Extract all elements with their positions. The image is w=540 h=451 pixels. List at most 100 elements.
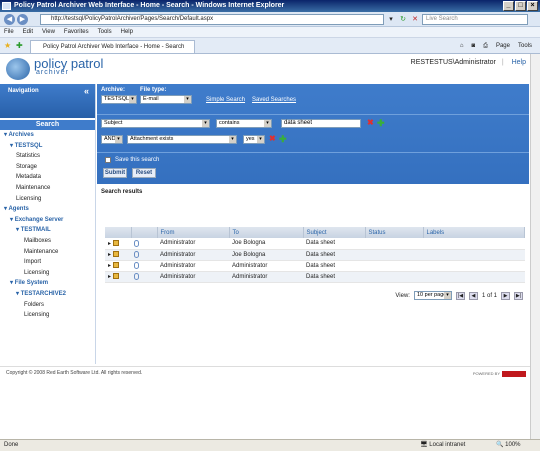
cell-subject[interactable]: Data sheet [303,271,365,283]
sidebar-item-testsql[interactable]: ▾ TESTSQL [0,141,95,152]
menu-favorites[interactable]: Favorites [64,27,89,37]
chevron-down-icon: ▾ [257,136,264,143]
minimize-button[interactable]: _ [503,1,514,11]
sidebar-item-archives[interactable]: ▾ Archives [0,130,95,141]
sidebar-item-statistics[interactable]: Statistics [0,151,95,162]
cell-labels [423,238,525,250]
simple-search-link[interactable]: Simple Search [206,97,245,103]
expand-icon[interactable]: ▸ [108,252,111,258]
expand-icon[interactable]: ▸ [108,241,111,247]
last-page-icon[interactable]: ▶| [514,291,523,300]
remove-criteria2-icon[interactable]: ✖ [269,135,276,143]
sidebar-item-maintenance[interactable]: Maintenance [0,183,95,194]
first-page-icon[interactable]: |◀ [455,291,465,300]
menu-edit[interactable]: Edit [23,27,33,37]
url-dropdown-icon[interactable]: ▾ [386,14,396,25]
logic-select[interactable]: AND ▾ [101,135,123,144]
intranet-icon: 🖥 [420,442,430,448]
criteria-field-select[interactable]: Subject ▾ [101,119,210,128]
reset-button[interactable]: Reset [132,168,156,178]
col-labels[interactable]: Labels [423,227,525,238]
sidebar-item-search[interactable]: Search [0,120,95,130]
sidebar-item-testarchive2[interactable]: ▾ TESTARCHIVE2 [0,289,95,300]
col-from[interactable]: From [157,227,230,238]
sidebar-item-import[interactable]: Import [0,257,95,268]
tab-search[interactable]: Policy Patrol Archiver Web Interface - H… [30,40,195,53]
divider [97,114,529,115]
tools-menu[interactable]: Tools [518,41,532,51]
sidebar-item-maintenance[interactable]: Maintenance [0,247,95,258]
cell-subject[interactable]: Data sheet [303,260,365,272]
home-icon[interactable]: ⌂ [460,41,464,51]
forward-icon[interactable]: ▶ [17,14,28,25]
sidebar-item-agents[interactable]: ▾ Agents [0,204,95,215]
col-to[interactable]: To [229,227,304,238]
main-area: Archive: File type: TESTSQL ▾ E-mail ▾ Sim… [97,84,530,364]
envelope-icon [112,262,119,269]
page-menu[interactable]: Page [496,41,510,51]
help-link[interactable]: Help [512,59,526,66]
url-input[interactable]: http://testsql/PolicyPatrolArchiver/Page… [40,14,384,25]
add-favorites-icon[interactable]: ✚ [16,41,23,50]
favorites-star-icon[interactable]: ★ [4,41,11,50]
live-search-input[interactable]: Live Search [422,14,528,25]
maximize-button[interactable]: □ [515,1,526,11]
prev-page-icon[interactable]: ◀ [468,291,478,300]
sidebar-item-testmail[interactable]: ▾ TESTMAIL [0,225,95,236]
sidebar-item-file-system[interactable]: ▾ File System [0,278,95,289]
table-row[interactable]: ▸ Administrator Administrator Data sheet [105,260,525,272]
sidebar-item-licensing[interactable]: Licensing [0,310,95,321]
menu-help[interactable]: Help [121,27,133,37]
close-button[interactable]: × [527,1,538,11]
table-row[interactable]: ▸ Administrator Joe Bologna Data sheet [105,238,525,250]
sidebar-item-storage[interactable]: Storage [0,162,95,173]
feeds-icon[interactable]: ◙ [472,41,476,51]
table-row[interactable]: ▸ Administrator Joe Bologna Data sheet [105,249,525,261]
copyright-text: Copyright © 2008 Red Earth Software Ltd.… [6,370,143,376]
sidebar-item-licensing[interactable]: Licensing [0,268,95,279]
filetype-select[interactable]: E-mail ▾ [140,95,192,104]
page-scrollbar[interactable] [530,54,540,439]
criteria-operator-select[interactable]: contains ▾ [216,119,272,128]
table-row[interactable]: ▸ Administrator Administrator Data sheet [105,271,525,283]
col-status[interactable]: Status [365,227,424,238]
zoom-icon: 🔍 [496,442,506,448]
collapse-icon[interactable]: « [84,86,89,96]
cell-from: Administrator [157,238,229,250]
menu-view[interactable]: View [42,27,55,37]
remove-criteria-icon[interactable]: ✖ [367,119,374,127]
expand-icon[interactable]: ▸ [108,274,111,280]
attachment-icon [134,250,139,258]
menu-tools[interactable]: Tools [98,27,112,37]
zoom-text[interactable]: 🔍 100% [496,440,521,451]
cell-subject[interactable]: Data sheet [303,249,365,261]
save-search-checkbox[interactable] [105,157,111,163]
add-criteria2-icon[interactable]: ✚ [279,135,287,144]
refresh-icon[interactable]: ↻ [398,14,408,25]
print-icon[interactable]: ⎙ [483,41,488,51]
criteria2-field-select[interactable]: Attachment exists ▾ [127,135,237,144]
cell-subject[interactable]: Data sheet [303,238,365,250]
next-page-icon[interactable]: ▶ [501,291,510,300]
policy-patrol-logo-icon [6,58,30,80]
menu-file[interactable]: File [4,27,14,37]
archive-select[interactable]: TESTSQL ▾ [101,95,137,104]
criteria2-value-select[interactable]: yes ▾ [243,135,265,144]
per-page-select[interactable]: 10 per page ▾ [413,291,452,300]
criteria-value-input[interactable]: data sheet [281,119,361,128]
sidebar-item-mailboxes[interactable]: Mailboxes [0,236,95,247]
sidebar-item-folders[interactable]: Folders [0,300,95,311]
chevron-down-icon: ▾ [229,136,236,143]
sidebar: Navigation « Search ▾ Archives ▾ TESTSQL S… [0,84,96,364]
add-criteria-icon[interactable]: ✚ [377,119,385,128]
sidebar-item-metadata[interactable]: Metadata [0,172,95,183]
sidebar-item-licensing[interactable]: Licensing [0,194,95,205]
powered-by: POWERED BY [473,371,526,377]
sidebar-item-exchange-server[interactable]: ▾ Exchange Server [0,215,95,226]
back-icon[interactable]: ◀ [4,14,15,25]
saved-searches-link[interactable]: Saved Searches [252,97,296,103]
col-subject[interactable]: Subject [303,227,366,238]
submit-button[interactable]: Submit [103,168,127,178]
expand-icon[interactable]: ▸ [108,263,111,269]
stop-icon[interactable]: ✕ [410,14,420,25]
